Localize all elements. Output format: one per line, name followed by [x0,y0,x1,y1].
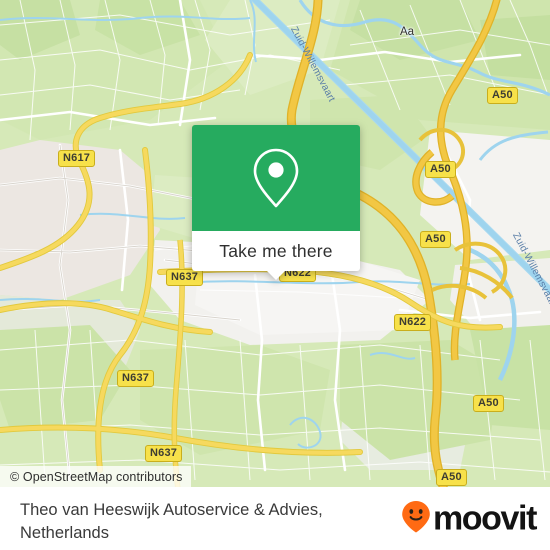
road-shield-n622-east[interactable]: N622 [394,314,432,331]
place-label-aa: Aa [400,26,415,38]
road-shield-n637-upper[interactable]: N637 [166,269,204,286]
road-shield-n617[interactable]: N617 [58,150,96,167]
popup-footer[interactable]: Take me there [192,231,360,280]
road-shield-a50-south[interactable]: A50 [436,469,467,486]
road-shield-a50-mid[interactable]: A50 [425,161,456,178]
page-footer: Theo van Heeswijk Autoservice & Advies, … [0,487,550,550]
moovit-smiley-pin-icon [401,499,431,538]
popup-header [192,125,360,231]
road-shield-a50-center[interactable]: A50 [420,231,451,248]
map-pin-icon [251,147,301,209]
moovit-logo[interactable]: moovit [401,499,537,538]
location-title: Theo van Heeswijk Autoservice & Advies, … [20,501,323,542]
location-popup-card[interactable]: Take me there [192,125,360,280]
map-screenshot-page: Zuid-Willemsvaart Zuid-Willemsvaart Aa N… [0,0,550,550]
take-me-there-button[interactable]: Take me there [219,241,333,262]
road-shield-a50-north[interactable]: A50 [487,87,518,104]
road-shield-n637-mid[interactable]: N637 [117,370,155,387]
road-shield-n637-lower[interactable]: N637 [145,445,183,462]
moovit-wordmark: moovit [432,499,537,538]
road-shield-a50-southeast[interactable]: A50 [473,395,504,412]
popup-pointer [266,270,286,280]
map-attribution[interactable]: © OpenStreetMap contributors [0,466,191,487]
